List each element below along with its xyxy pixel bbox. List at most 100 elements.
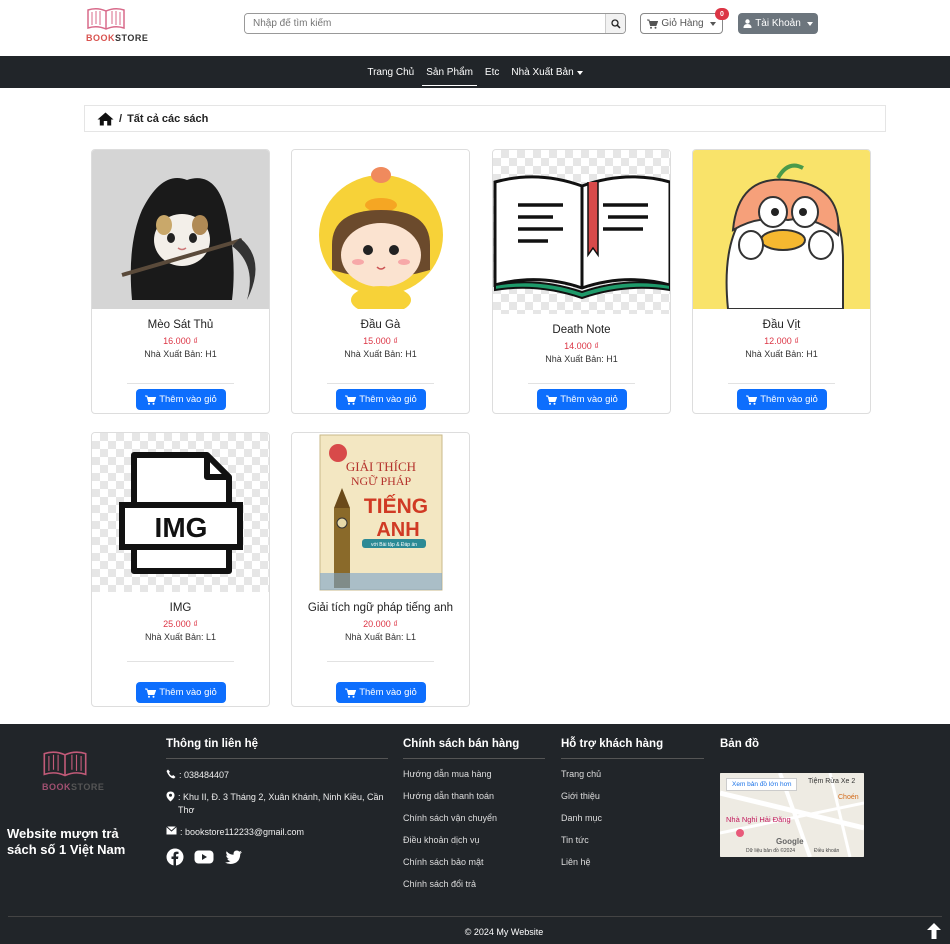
twitter-icon[interactable]: [224, 848, 243, 866]
cart-icon: [145, 688, 157, 698]
footer-address-text: : Khu II, Đ. 3 Tháng 2, Xuân Khánh, Ninh…: [178, 792, 384, 815]
product-publisher: Nhà Xuất Bản: L1: [144, 632, 217, 642]
product-card[interactable]: Đầu Gà 15.000 ₫ Nhà Xuất Bản: H1 Thêm và…: [291, 149, 470, 414]
footer-phone: : 038484407: [166, 769, 388, 782]
cover-text: với Bài tập & Đáp án: [371, 542, 417, 548]
map-terms-link[interactable]: Điều khoản: [814, 848, 839, 854]
product-card[interactable]: IMG IMG 25.000 ₫ Nhà Xuất Bản: L1 Thêm v…: [91, 432, 270, 707]
map-attribution: Dữ liệu bản đồ ©2024: [746, 848, 796, 854]
main-nav: Trang Chủ Sản Phẩm Etc Nhà Xuất Bản: [0, 56, 950, 88]
footer-link[interactable]: Chính sách đổi trả: [403, 879, 545, 901]
add-to-cart-button[interactable]: Thêm vào giỏ: [136, 389, 226, 410]
product-card[interactable]: Đầu Vịt 12.000 ₫ Nhà Xuất Bản: H1 Thêm v…: [692, 149, 871, 414]
product-publisher: Nhà Xuất Bản: H1: [745, 349, 818, 359]
arrow-up-icon[interactable]: [925, 922, 943, 940]
social-links: [166, 848, 388, 866]
search-icon: [610, 18, 621, 29]
product-title[interactable]: IMG: [92, 601, 269, 615]
footer: BOOKSTORE Website mượn trả sách số 1 Việ…: [0, 724, 950, 944]
footer-link[interactable]: Chính sách bảo mật: [403, 857, 545, 879]
footer-link[interactable]: Chính sách vận chuyển: [403, 813, 545, 835]
footer-contact-title: Thông tin liên hệ: [166, 738, 258, 750]
youtube-icon[interactable]: [194, 848, 214, 866]
nav-item-home[interactable]: Trang Chủ: [363, 63, 418, 82]
product-title[interactable]: Death Note: [493, 323, 670, 337]
cover-text: GIẢI THÍCH: [346, 459, 416, 474]
book-logo-icon: [43, 751, 87, 777]
product-price: 16.000 ₫: [163, 336, 198, 346]
divider: [8, 916, 942, 917]
footer-link[interactable]: Trang chủ: [561, 769, 704, 791]
product-image[interactable]: [693, 150, 870, 310]
footer-link[interactable]: Danh mục: [561, 813, 704, 835]
product-image[interactable]: [292, 150, 469, 314]
footer-link[interactable]: Hướng dẫn thanh toán: [403, 791, 545, 813]
logo[interactable]: BOOKSTORE: [86, 6, 156, 46]
add-to-cart-button[interactable]: Thêm vào giỏ: [136, 682, 226, 703]
breadcrumb: / Tất cả các sách: [84, 105, 886, 132]
product-image[interactable]: IMG: [92, 433, 269, 592]
add-to-cart-button[interactable]: Thêm vào giỏ: [336, 389, 426, 410]
footer-logo[interactable]: BOOKSTORE: [42, 748, 122, 796]
divider: [528, 383, 635, 384]
footer-email: : bookstore112233@gmail.com: [166, 826, 388, 839]
footer-contact: Thông tin liên hệ : 038484407 : Khu II, …: [166, 738, 388, 866]
cart-dropdown-button[interactable]: Giỏ Hàng: [640, 13, 723, 34]
account-dropdown-button[interactable]: Tài Khoản: [738, 13, 818, 34]
product-title[interactable]: Mèo Sát Thủ: [92, 318, 269, 332]
add-to-cart-button[interactable]: Thêm vào giỏ: [336, 682, 426, 703]
phone-icon: [166, 769, 176, 779]
product-card[interactable]: Mèo Sát Thủ 16.000 ₫ Nhà Xuất Bản: H1 Th…: [91, 149, 270, 414]
nav-item-etc[interactable]: Etc: [481, 63, 503, 82]
product-card[interactable]: Death Note 14.000 ₫ Nhà Xuất Bản: H1 Thê…: [492, 149, 671, 414]
footer-link[interactable]: Giới thiệu: [561, 791, 704, 813]
search-bar: [244, 13, 626, 34]
product-publisher: Nhà Xuất Bản: L1: [344, 632, 417, 642]
footer-address: : Khu II, Đ. 3 Tháng 2, Xuân Khánh, Ninh…: [166, 791, 388, 817]
cart-icon: [345, 395, 357, 405]
footer-slogan: Website mượn trả sách số 1 Việt Nam: [7, 826, 126, 857]
facebook-icon[interactable]: [166, 848, 184, 866]
footer-link[interactable]: Hướng dẫn mua hàng: [403, 769, 545, 791]
add-to-cart-label: Thêm vào giỏ: [359, 687, 417, 698]
home-icon[interactable]: [97, 112, 114, 126]
add-to-cart-label: Thêm vào giỏ: [159, 687, 217, 698]
add-to-cart-label: Thêm vào giỏ: [159, 394, 217, 405]
divider: [127, 383, 234, 384]
footer-logo-text: BOOKSTORE: [42, 782, 105, 792]
view-larger-map-link[interactable]: Xem bản đồ lớn hơn: [726, 778, 798, 791]
add-to-cart-label: Thêm vào giỏ: [359, 394, 417, 405]
product-title[interactable]: Đầu Vịt: [693, 318, 870, 332]
footer-link[interactable]: Điều khoản dịch vụ: [403, 835, 545, 857]
footer-map-section: Bản đồ: [720, 738, 864, 758]
embedded-map[interactable]: Xem bản đồ lớn hơn Tiệm Rửa Xe 2 Choén N…: [720, 773, 864, 857]
divider: [127, 661, 234, 662]
user-icon: [743, 19, 752, 28]
breadcrumb-separator: /: [119, 112, 123, 125]
search-input[interactable]: [245, 14, 605, 33]
divider: [327, 661, 434, 662]
product-title[interactable]: Đầu Gà: [292, 318, 469, 332]
search-button[interactable]: [605, 14, 625, 33]
footer-phone-text: : 038484407: [179, 770, 230, 780]
nav-item-publishers[interactable]: Nhà Xuất Bản: [507, 63, 586, 82]
product-title[interactable]: Giải tích ngữ pháp tiếng anh: [292, 601, 469, 615]
product-image[interactable]: GIẢI THÍCH NGỮ PHÁP TIẾNG ANH với Bài tậ…: [292, 433, 469, 592]
cart-icon: [647, 19, 659, 29]
cart-count-badge: 0: [715, 8, 729, 20]
map-label: Nhà Nghỉ Hải Đăng: [726, 815, 791, 824]
add-to-cart-button[interactable]: Thêm vào giỏ: [537, 389, 627, 410]
footer-link[interactable]: Liên hệ: [561, 857, 704, 879]
divider: [327, 383, 434, 384]
product-card[interactable]: GIẢI THÍCH NGỮ PHÁP TIẾNG ANH với Bài tậ…: [291, 432, 470, 707]
product-publisher: Nhà Xuất Bản: H1: [344, 349, 417, 359]
map-label: Tiệm Rửa Xe 2: [808, 778, 856, 785]
product-image[interactable]: [92, 150, 269, 309]
footer-link[interactable]: Tin tức: [561, 835, 704, 857]
add-to-cart-button[interactable]: Thêm vào giỏ: [737, 389, 827, 410]
product-publisher: Nhà Xuất Bản: H1: [144, 349, 217, 359]
product-image[interactable]: [493, 150, 670, 314]
nav-item-products[interactable]: Sản Phẩm: [422, 63, 477, 86]
divider: [166, 758, 388, 759]
map-pin-icon: [166, 791, 175, 802]
